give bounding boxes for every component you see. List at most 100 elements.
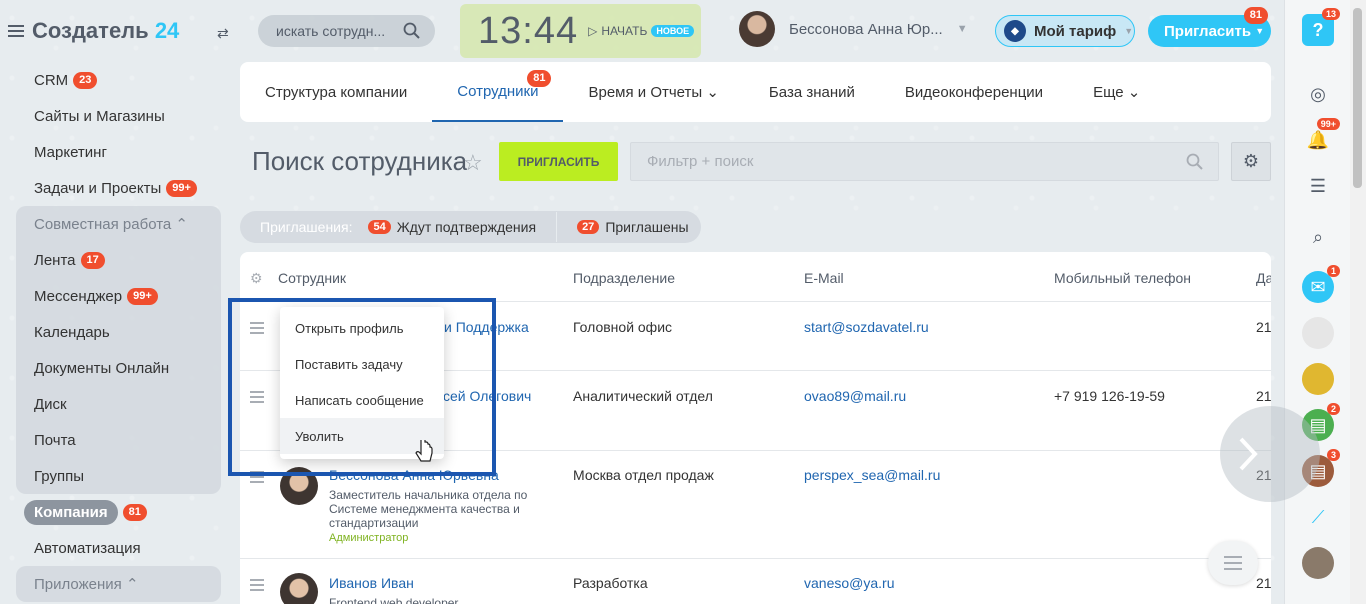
- sidebar-item-crm[interactable]: CRM 23: [16, 62, 221, 98]
- sidebar-group-header[interactable]: Совместная работа ⌃: [16, 206, 221, 242]
- invite-button[interactable]: Пригласить ▼ 81: [1148, 7, 1271, 47]
- employee-position: Frontend web developer: [329, 596, 459, 604]
- awaiting-filter[interactable]: Ждут подтверждения: [397, 219, 536, 235]
- top-tabs: Структура компании Сотрудники 81 Время и …: [240, 62, 1271, 122]
- avatar[interactable]: [1302, 317, 1334, 349]
- avatar[interactable]: [280, 573, 318, 604]
- sidebar-item-feed[interactable]: Лента 17: [16, 242, 221, 278]
- table-row[interactable]: Иванов Иван Frontend web developer Разра…: [240, 558, 1271, 604]
- sidebar-item-mail[interactable]: Почта: [16, 422, 221, 458]
- invite-employee-button[interactable]: ПРИГЛАСИТЬ: [499, 142, 618, 181]
- divider: [556, 212, 558, 242]
- sidebar-item-sites[interactable]: Сайты и Магазины: [16, 98, 221, 134]
- hand-cursor-icon: [415, 440, 433, 462]
- start-workday-button[interactable]: ▷ НАЧАТЬ НОВОЕ: [588, 24, 695, 38]
- department: Головной офис: [573, 319, 673, 335]
- help-icon[interactable]: ? 13: [1302, 8, 1340, 46]
- column-header[interactable]: Сотрудник: [278, 270, 346, 286]
- invited-filter[interactable]: Приглашены: [605, 219, 688, 235]
- counter-badge: 99+: [166, 179, 197, 197]
- sidebar-item-messenger[interactable]: Мессенджер 99+: [16, 278, 221, 314]
- tab-structure[interactable]: Структура компании: [240, 62, 432, 122]
- tariff-label: Мой тариф: [1034, 22, 1117, 40]
- sidebar-item-tasks[interactable]: Задачи и Проекты 99+: [16, 170, 221, 206]
- admin-label: Администратор: [329, 532, 409, 544]
- counter-badge: 81: [122, 503, 147, 521]
- sidebar-item-docs[interactable]: Документы Онлайн: [16, 350, 221, 386]
- gear-icon[interactable]: ⚙: [1231, 142, 1271, 181]
- search-placeholder: искать сотрудн...: [276, 23, 386, 39]
- counter-badge: 13: [1321, 8, 1340, 20]
- user-menu[interactable]: Бессонова Анна Юр... ▼: [739, 11, 968, 47]
- counter-badge: 2: [1326, 403, 1340, 415]
- counter-badge: 3: [1326, 449, 1340, 461]
- email-link[interactable]: ovao89@mail.ru: [804, 388, 906, 404]
- avatar[interactable]: [1302, 547, 1334, 579]
- right-sidebar: ? 13 ◎ 🔔 99+ ☰ ⌕ ✉ 1 ▤ 2 ▤ 3 ⟋: [1284, 0, 1350, 604]
- global-search-input[interactable]: искать сотрудн...: [258, 15, 435, 47]
- sidebar-item-company[interactable]: Компания 81: [16, 494, 221, 530]
- tab-label: Видеоконференции: [904, 83, 1044, 101]
- invitations-label: Приглашения:: [260, 219, 353, 235]
- tab-employees[interactable]: Сотрудники 81: [432, 62, 564, 122]
- tab-videoconf[interactable]: Видеоконференции: [880, 62, 1068, 122]
- brand-logo[interactable]: Создатель 24: [32, 18, 179, 44]
- sidebar-item-label: Сайты и Магазины: [34, 107, 165, 125]
- column-header[interactable]: Да: [1256, 270, 1271, 286]
- tab-more[interactable]: Еще ⌄: [1068, 62, 1165, 122]
- sidebar-item-marketing[interactable]: Маркетинг: [16, 134, 221, 170]
- filter-placeholder: Фильтр + поиск: [647, 153, 754, 170]
- target-icon[interactable]: ◎: [1302, 78, 1334, 110]
- worktime-widget[interactable]: 13:44 ▷ НАЧАТЬ НОВОЕ: [460, 4, 701, 58]
- avatar[interactable]: [1302, 363, 1334, 395]
- broom-icon[interactable]: ⟋: [1302, 501, 1334, 533]
- column-header[interactable]: E-Mail: [804, 270, 844, 286]
- employee-name[interactable]: Иванов Иван: [329, 575, 414, 591]
- chevron-right-icon: [1239, 437, 1258, 471]
- email-link[interactable]: perspex_sea@mail.ru: [804, 467, 940, 483]
- menu-burger-icon[interactable]: [8, 25, 24, 37]
- email-link[interactable]: start@sozdavatel.ru: [804, 319, 929, 335]
- sidebar-item-label: Группы: [34, 467, 84, 485]
- start-label: НАЧАТЬ: [601, 24, 648, 38]
- tab-knowledge-base[interactable]: База знаний: [744, 62, 880, 122]
- column-header[interactable]: Мобильный телефон: [1054, 270, 1191, 286]
- list-menu-button[interactable]: [1208, 541, 1258, 585]
- email-link[interactable]: vaneso@ya.ru: [804, 575, 894, 591]
- bell-icon[interactable]: 🔔 99+: [1302, 118, 1340, 156]
- user-name: Бессонова Анна Юр...: [789, 20, 943, 38]
- chevron-down-icon: ⌄: [706, 84, 719, 101]
- search-icon[interactable]: ⌕: [1302, 221, 1334, 253]
- page-title: Поиск сотрудника: [252, 146, 468, 176]
- chat-icon[interactable]: ✉ 1: [1302, 265, 1340, 303]
- column-header[interactable]: Подразделение: [573, 270, 675, 286]
- avatar: [739, 11, 775, 47]
- sidebar-item-label: Почта: [34, 431, 76, 449]
- star-icon[interactable]: ☆: [463, 150, 483, 176]
- counter-badge: 81: [527, 70, 552, 87]
- gear-icon[interactable]: ⚙: [250, 270, 263, 287]
- chevron-down-icon: ▼: [1255, 26, 1265, 36]
- tab-label: База знаний: [768, 83, 855, 101]
- sidebar-item-calendar[interactable]: Календарь: [16, 314, 221, 350]
- sidebar-item-groups[interactable]: Группы: [16, 458, 221, 494]
- sidebar-group-label: Приложения: [34, 575, 122, 593]
- sidebar-item-disk[interactable]: Диск: [16, 386, 221, 422]
- sidebar-group-header[interactable]: Приложения ⌃: [16, 566, 221, 602]
- next-arrow-button[interactable]: [1220, 406, 1320, 502]
- scrollbar-thumb[interactable]: [1353, 8, 1362, 188]
- tab-time-reports[interactable]: Время и Отчеты ⌄: [563, 62, 743, 122]
- counter-badge: 1: [1326, 265, 1340, 277]
- play-icon: ▷: [588, 24, 598, 38]
- date-cell: 21: [1256, 388, 1271, 404]
- sidebar-item-automation[interactable]: Автоматизация: [16, 530, 221, 566]
- filter-search-input[interactable]: Фильтр + поиск: [630, 142, 1219, 181]
- highlight-box: [228, 298, 496, 476]
- row-menu-icon[interactable]: [250, 579, 264, 594]
- tariff-button[interactable]: ◆ Мой тариф ▼: [995, 15, 1135, 47]
- scrollbar[interactable]: [1350, 0, 1366, 604]
- brand: Создатель 24: [8, 18, 179, 44]
- sliders-icon[interactable]: ⇄: [217, 25, 229, 42]
- chat-list-icon[interactable]: ☰: [1302, 170, 1334, 202]
- new-badge: НОВОЕ: [651, 25, 695, 37]
